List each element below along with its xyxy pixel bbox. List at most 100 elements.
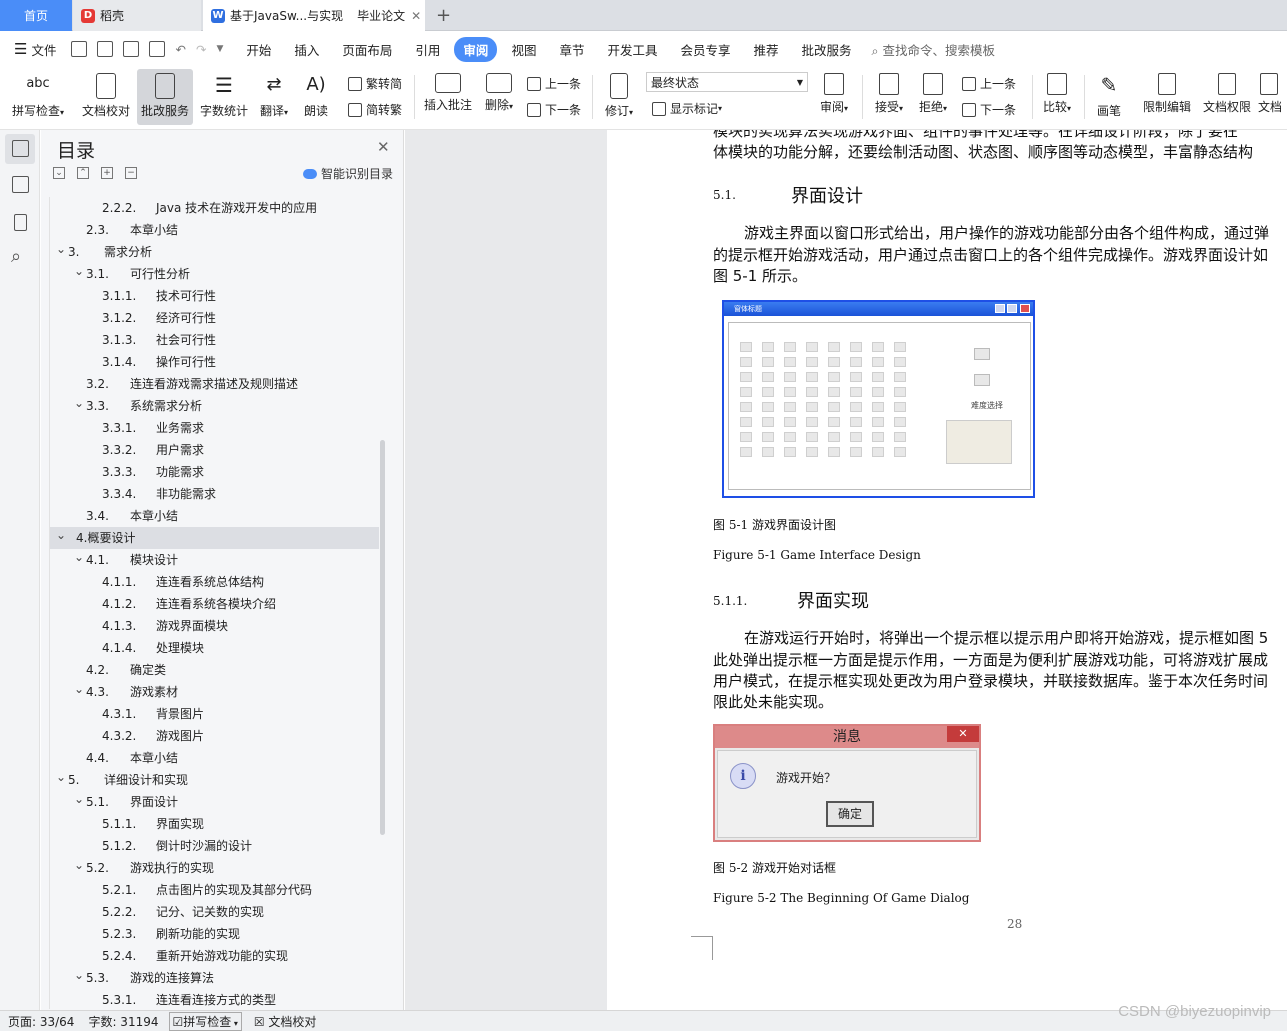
restrict-editing-button[interactable]: 限制编辑 [1140,69,1194,125]
collapse-all-icon[interactable]: − [125,167,137,179]
toc-item[interactable]: 4.1.1. 连连看系统总体结构 [50,571,379,593]
menu-recommend[interactable]: 推荐 [745,37,788,62]
toc-item[interactable]: ⌄ 3. 需求分析 [50,241,379,263]
toc-item[interactable]: ⌄ 3.1. 可行性分析 [50,263,379,285]
toc-item[interactable]: ⌄ 5.2. 游戏执行的实现 [50,857,379,879]
toc-item[interactable]: 5.2.4. 重新开始游戏功能的实现 [50,945,379,967]
prev-change-button[interactable]: 上一条 [962,75,1016,92]
menu-grading[interactable]: 批改服务 [793,37,861,62]
file-menu[interactable]: 文件 [31,40,56,59]
spell-check-button[interactable]: abc 拼写检查▾ [8,69,68,125]
toc-item[interactable]: 3.3.3. 功能需求 [50,461,379,483]
toc-item[interactable]: 3.1.2. 经济可行性 [50,307,379,329]
close-icon[interactable]: ✕ [377,138,390,156]
toc-item[interactable]: 5.1.2. 倒计时沙漏的设计 [50,835,379,857]
export-icon[interactable] [97,41,114,57]
menu-review[interactable]: 审阅 [454,36,498,62]
new-tab-icon[interactable]: + [428,0,451,31]
trad-to-simp-button[interactable]: 繁转简 [348,75,402,92]
toc-item[interactable]: 5.1.1. 界面实现 [50,813,379,835]
read-aloud-button[interactable]: A) 朗读 [298,69,334,125]
next-comment-button[interactable]: 下一条 [527,101,581,118]
menu-vip[interactable]: 会员专享 [671,37,739,62]
doc-more-button[interactable]: 文档 [1258,69,1287,125]
preview-icon[interactable] [149,41,166,57]
tab-docker[interactable]: D 稻壳 [73,0,201,31]
print-icon[interactable] [123,41,140,57]
chevron-down-icon[interactable]: ⌄ [74,854,84,876]
toc-item[interactable]: 4.1.2. 连连看系统各模块介绍 [50,593,379,615]
reject-button[interactable]: 拒绝▾ [914,69,952,125]
doc-rights-button[interactable]: 文档权限 [1200,69,1254,125]
translate-button[interactable]: ⇄ 翻译▾ [256,69,292,125]
spell-check-status[interactable]: ☑拼写检查 ▾ [168,1011,242,1031]
toc-item[interactable]: ⌄ 4.3. 游戏素材 [50,681,379,703]
chevron-down-icon[interactable]: ⌄ [74,392,84,414]
page-indicator[interactable]: 页面: 33/64 [8,1013,74,1030]
toc-item[interactable]: 5.2.2. 记分、记关数的实现 [50,901,379,923]
toc-item[interactable]: 4.3.2. 游戏图片 [50,725,379,747]
chevron-down-icon[interactable]: ⌄ [56,238,66,260]
toc-item[interactable]: 5.2.3. 刷新功能的实现 [50,923,379,945]
compare-button[interactable]: 比较▾ [1038,69,1076,125]
bookmark-icon[interactable] [14,214,27,231]
insert-comment-button[interactable]: 插入批注 [420,69,476,125]
menu-chapter[interactable]: 章节 [550,37,593,62]
next-change-button[interactable]: 下一条 [962,101,1016,118]
command-search[interactable]: ⌕ 查找命令、搜索模板 [872,40,996,59]
toc-item[interactable]: 4.1.4. 处理模块 [50,637,379,659]
toc-item[interactable]: 3.4. 本章小结 [50,505,379,527]
save-icon[interactable] [71,41,88,57]
tab-document[interactable]: W 基于JavaSw...与实现 毕业论文 ✕ [203,0,425,31]
tab-home[interactable]: 首页 [0,0,72,31]
toc-item[interactable]: ⌄ 3.3. 系统需求分析 [50,395,379,417]
hamburger-icon[interactable]: ☰ [14,40,27,58]
toc-item[interactable]: ⌄ 5. 详细设计和实现 [50,769,379,791]
menu-start[interactable]: 开始 [237,37,280,62]
chevron-down-icon[interactable]: ⌄ [74,788,84,810]
toc-scrollbar[interactable] [380,440,385,835]
menu-view[interactable]: 视图 [502,37,545,62]
accept-button[interactable]: 接受▾ [870,69,908,125]
toc-item[interactable]: 4.2. 确定类 [50,659,379,681]
review-pane-button[interactable]: 审阅▾ [816,69,852,125]
delete-comment-button[interactable]: 删除▾ [480,69,518,125]
toc-item[interactable]: 3.1.3. 社会可行性 [50,329,379,351]
toc-item[interactable]: 3.1.1. 技术可行性 [50,285,379,307]
toc-item[interactable]: 5.3.1. 连连看连接方式的类型 [50,989,379,1009]
expand-all-icon[interactable]: + [101,167,113,179]
simp-to-trad-button[interactable]: 简转繁 [348,101,402,118]
menu-reference[interactable]: 引用 [406,37,449,62]
toc-panel-icon[interactable] [12,140,29,157]
outline-icon[interactable] [12,176,29,193]
toc-item[interactable]: 4.1.3. 游戏界面模块 [50,615,379,637]
tab-close-icon[interactable]: ✕ [411,9,421,23]
pen-button[interactable]: ✎ 画笔 [1090,69,1128,125]
collapse-level-icon[interactable]: ⌄ [53,167,65,179]
chevron-down-icon[interactable]: ⌄ [74,546,84,568]
track-changes-button[interactable]: 修订▾ [600,69,638,125]
toc-item[interactable]: 5.2.1. 点击图片的实现及其部分代码 [50,879,379,901]
display-state-select[interactable]: 最终状态 ▼ [646,72,808,92]
toc-item[interactable]: 3.3.4. 非功能需求 [50,483,379,505]
toc-item[interactable]: ⌄ 4.1. 模块设计 [50,549,379,571]
smart-toc-button[interactable]: 智能识别目录 [303,165,393,182]
toc-item[interactable]: 4.4. 本章小结 [50,747,379,769]
toc-item[interactable]: ⌄4.4.概要设计 [50,527,379,549]
chevron-down-icon[interactable]: ⌄ [74,678,84,700]
menu-devtools[interactable]: 开发工具 [598,37,666,62]
toc-item[interactable]: ⌄ 5.3. 游戏的连接算法 [50,967,379,989]
prev-comment-button[interactable]: 上一条 [527,75,581,92]
grading-service-button[interactable]: 批改服务 [137,69,193,125]
chevron-down-icon[interactable]: ⌄ [56,766,66,788]
chevron-down-icon[interactable]: ⌄ [56,524,66,546]
doc-proofread-button[interactable]: 文档校对 [78,69,134,125]
redo-icon[interactable]: ↷ [196,42,206,57]
toc-item[interactable]: ⌄ 5.1. 界面设计 [50,791,379,813]
show-markup-button[interactable]: 显示标记 ▾ [652,100,722,117]
quick-access-dropdown-icon[interactable]: ▼ [216,44,223,54]
chevron-down-icon[interactable]: ⌄ [74,964,84,986]
search-icon[interactable]: ⌕ [11,246,21,267]
toc-item[interactable]: 3.3.1. 业务需求 [50,417,379,439]
word-count-indicator[interactable]: 字数: 31194 [88,1013,158,1030]
